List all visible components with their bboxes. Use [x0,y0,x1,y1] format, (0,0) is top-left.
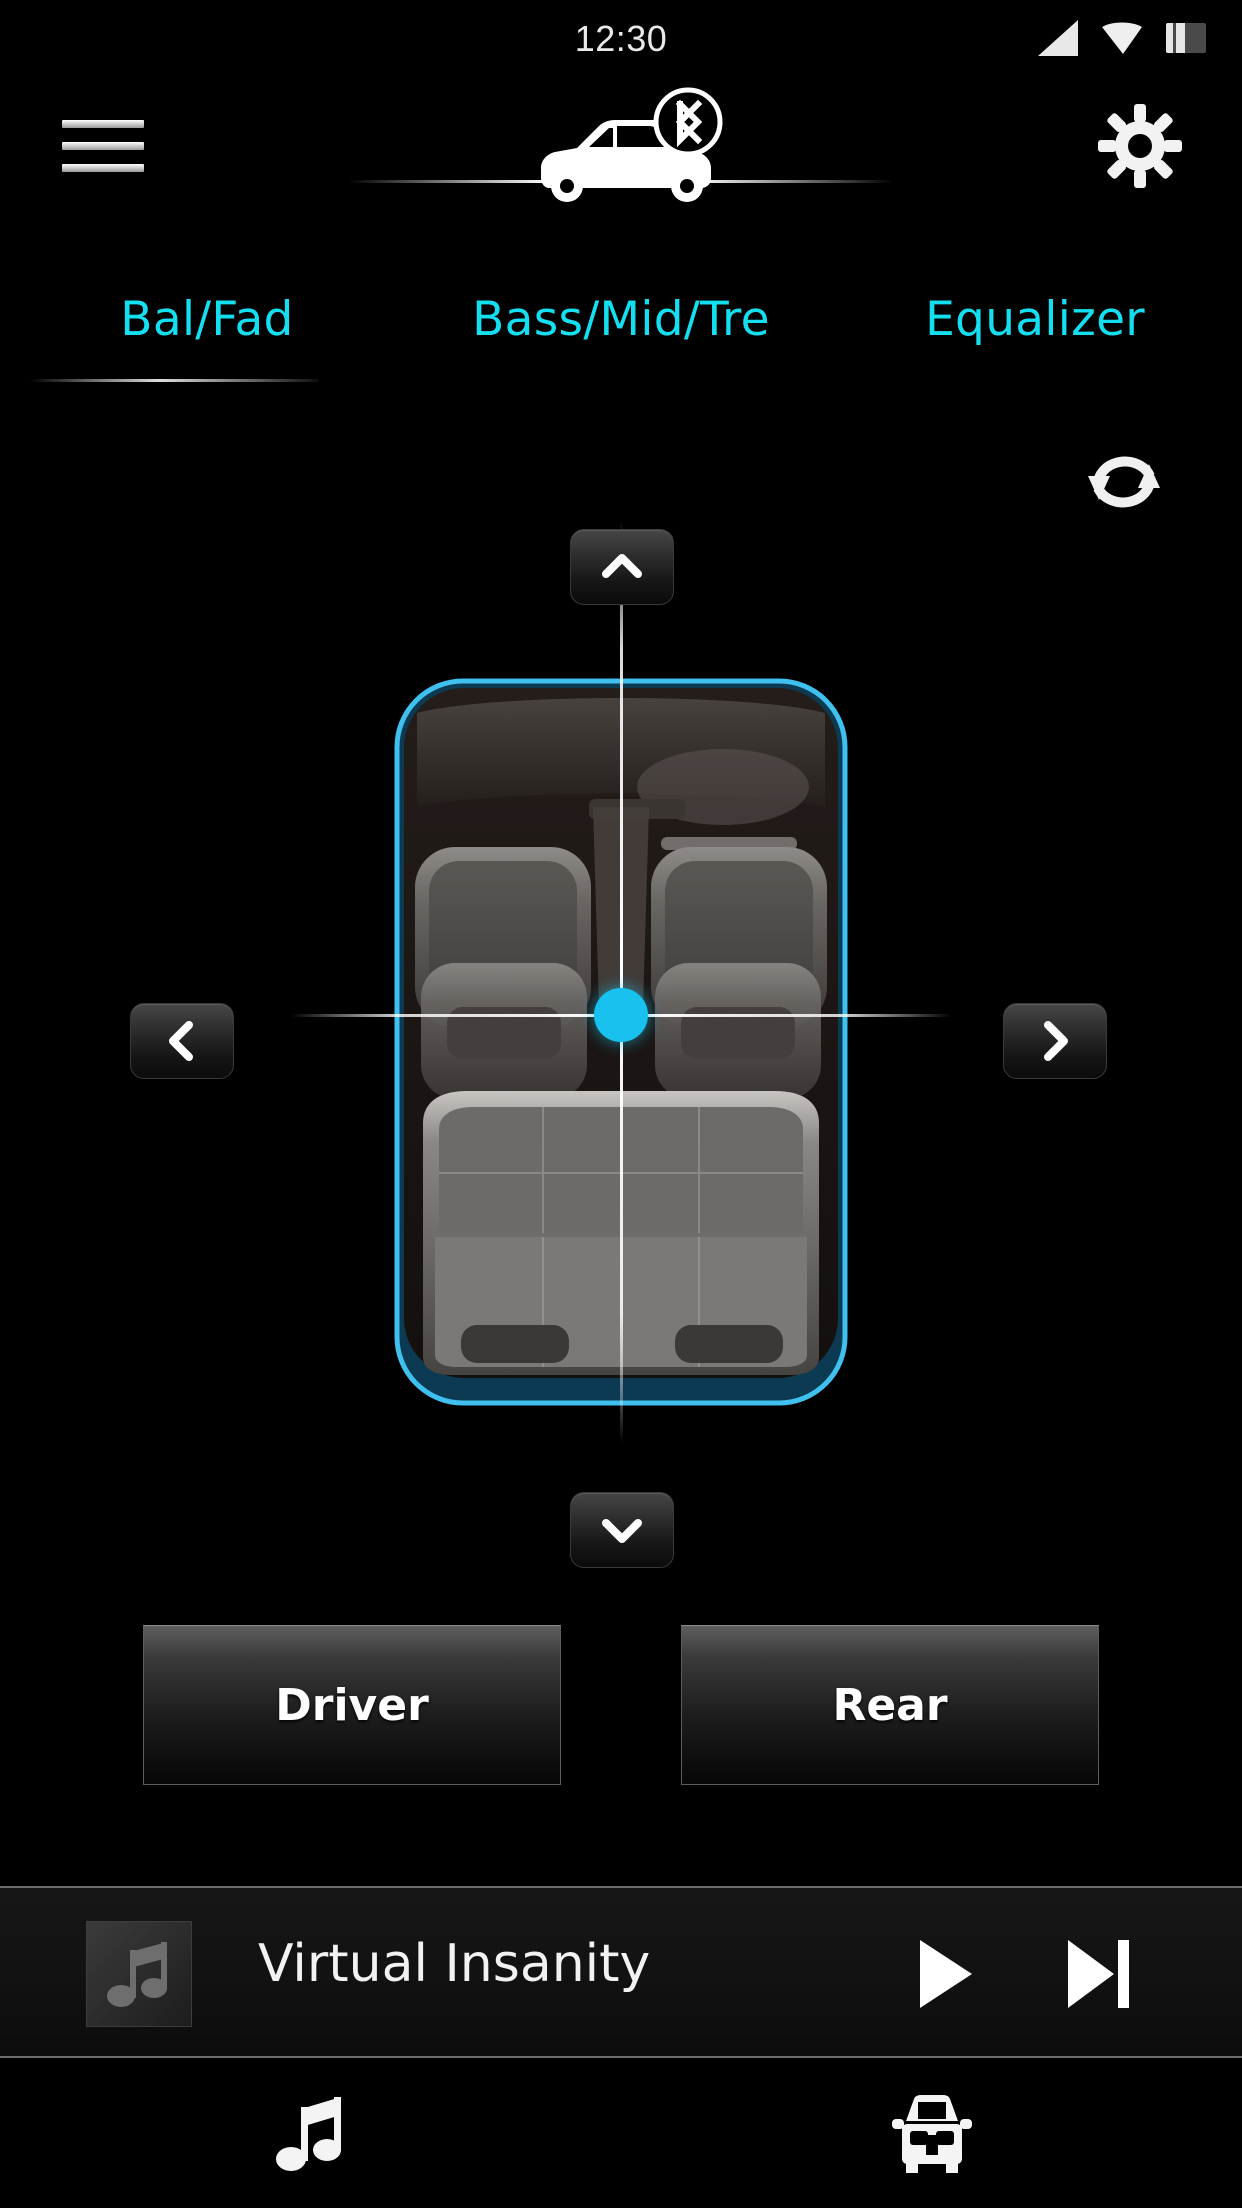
vehicle-status-badge [381,82,861,222]
tab-bass-mid-tre-label: Bass/Mid/Tre [472,292,770,347]
balance-left-button[interactable] [130,1003,234,1079]
bottom-navigation-bar [0,2058,1242,2208]
refresh-reset-icon[interactable] [1072,430,1176,534]
now-playing-title: Virtual Insanity [258,1934,651,1994]
audio-settings-tabs: Bal/Fad Bass/Mid/Tre Equalizer [0,290,1242,400]
bluetooth-icon [653,87,723,157]
skip-next-icon[interactable] [1062,1936,1134,2012]
preset-rear-label: Rear [832,1679,948,1731]
preset-driver-button[interactable]: Driver [143,1625,561,1785]
tab-bal-fad-label: Bal/Fad [120,292,294,347]
album-art-placeholder [86,1921,192,2027]
preset-driver-label: Driver [275,1679,429,1731]
chevron-down-icon [602,1519,642,1543]
now-playing-bar[interactable]: Virtual Insanity [0,1886,1242,2058]
wifi-icon [1100,20,1144,56]
battery-icon [1166,23,1206,53]
tab-active-underline [28,379,319,382]
chevron-up-icon [602,554,642,578]
nav-vehicle-button[interactable] [621,2058,1242,2208]
chevron-right-icon [1044,1021,1068,1061]
signal-icon [1038,20,1078,56]
infotainment-screen: 12:30 Bal/Fad Bass/Mid/Tre Equalizer Dri… [0,0,1242,2208]
preset-rear-button[interactable]: Rear [681,1625,1099,1785]
play-icon[interactable] [908,1936,980,2012]
tab-equalizer-label: Equalizer [925,292,1145,347]
gear-icon[interactable] [1096,102,1184,190]
car-front-icon [891,2095,972,2173]
balance-right-button[interactable] [1003,1003,1107,1079]
app-header [0,72,1242,222]
tab-equalizer[interactable]: Equalizer [828,290,1242,400]
chevron-left-icon [169,1021,193,1061]
front-left-seat [415,847,591,1099]
fade-rear-button[interactable] [570,1492,674,1568]
tab-bal-fad[interactable]: Bal/Fad [0,290,414,400]
balance-fade-control [0,520,1242,1610]
hamburger-menu-icon[interactable] [62,112,144,180]
status-bar: 12:30 [0,0,1242,72]
nav-media-button[interactable] [0,2058,621,2208]
front-right-seat [651,847,827,1099]
preset-buttons: Driver Rear [0,1625,1242,1805]
music-note-icon [107,1942,167,2007]
fade-front-button[interactable] [570,529,674,605]
status-icon-tray [1038,20,1206,56]
balance-fade-dot[interactable] [594,988,648,1042]
music-note-icon [275,2097,341,2171]
fade-axis-line [620,520,623,1444]
tab-bass-mid-tre[interactable]: Bass/Mid/Tre [414,290,828,400]
